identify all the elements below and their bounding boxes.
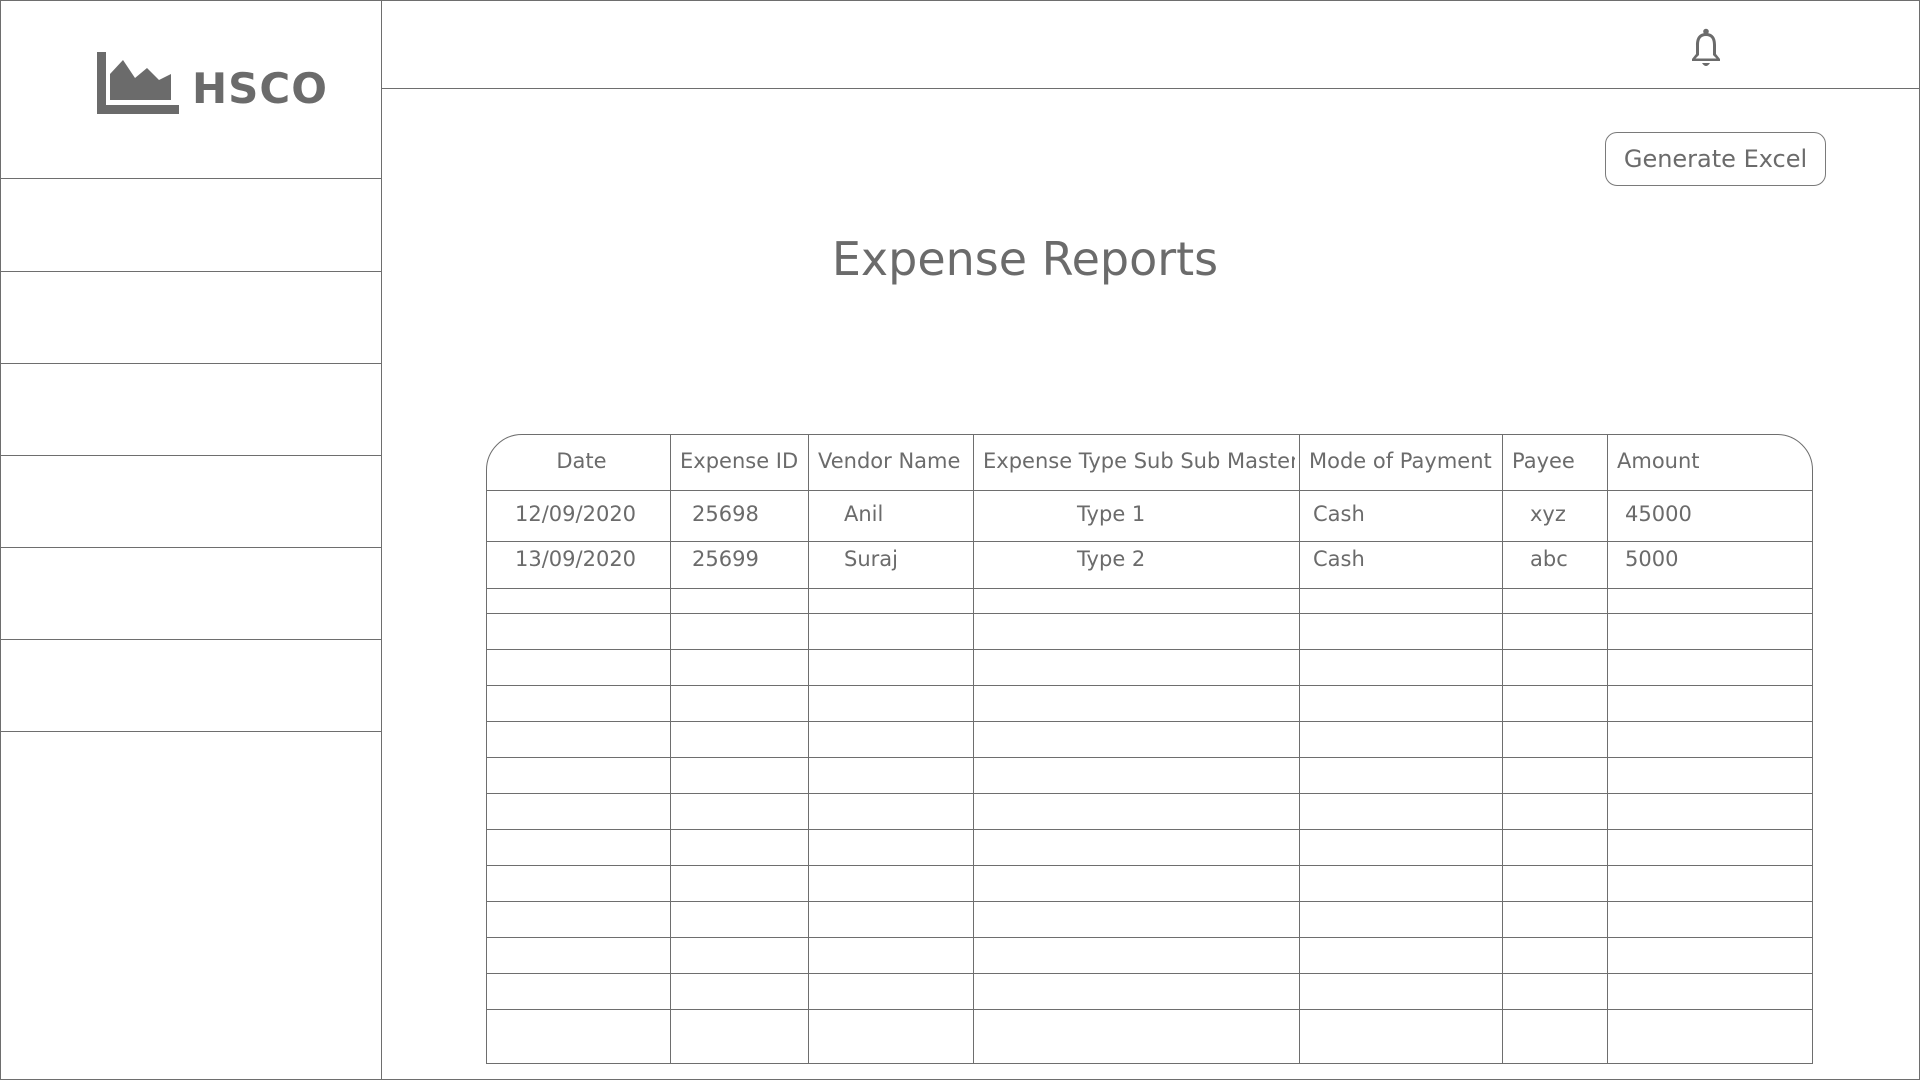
brand-name: HSCO — [192, 64, 328, 113]
table-cell: Cash — [1313, 502, 1365, 526]
bell-icon[interactable] — [1690, 28, 1722, 68]
row-divider — [487, 649, 1812, 650]
table-cell: 25699 — [692, 547, 759, 571]
sidebar-item-3[interactable] — [0, 364, 382, 456]
column-header[interactable]: Amount — [1617, 449, 1810, 473]
column-divider — [1502, 435, 1503, 1063]
sidebar-item-5[interactable] — [0, 548, 382, 640]
sidebar-item-6[interactable] — [0, 640, 382, 732]
table-row[interactable]: 13/09/2020 25699 Suraj Type 2 Cash abc 5000 — [487, 435, 1812, 1063]
column-divider — [808, 435, 809, 1063]
generate-excel-button[interactable]: Generate Excel — [1605, 132, 1826, 186]
table-cell: abc — [1530, 547, 1568, 571]
expense-table: Date Expense ID Vendor Name Expense Type Su… — [486, 434, 1813, 1064]
table-cell: 13/09/2020 — [515, 547, 637, 571]
table-cell: Anil — [844, 502, 884, 526]
row-divider — [487, 901, 1812, 902]
column-divider — [1607, 435, 1608, 1063]
table-cell: 25698 — [692, 502, 759, 526]
column-header[interactable]: Expense ID — [680, 449, 804, 473]
row-divider — [487, 937, 1812, 938]
row-divider — [487, 973, 1812, 974]
column-divider — [1299, 435, 1300, 1063]
table-cell: xyz — [1530, 502, 1566, 526]
column-header[interactable]: Vendor Name — [818, 449, 969, 473]
table-cell: 5000 — [1625, 547, 1679, 571]
table-cell: Suraj — [844, 547, 898, 571]
column-header[interactable]: Mode of Payment — [1309, 449, 1498, 473]
column-divider — [670, 435, 671, 1063]
column-divider — [973, 435, 974, 1063]
column-header[interactable]: Payee — [1512, 449, 1603, 473]
row-divider — [487, 490, 1812, 491]
table-cell: Type 1 — [1077, 502, 1146, 526]
sidebar-item-1[interactable] — [0, 180, 382, 272]
row-divider — [487, 613, 1812, 614]
table-cell: 12/09/2020 — [515, 502, 637, 526]
area-chart-icon — [97, 52, 179, 114]
table-cell: Cash — [1313, 547, 1365, 571]
row-divider — [487, 685, 1812, 686]
table-cell: 45000 — [1625, 502, 1692, 526]
row-divider — [487, 865, 1812, 866]
table-cell: Type 2 — [1077, 547, 1146, 571]
row-divider — [487, 1009, 1812, 1010]
brand-logo[interactable]: HSCO — [0, 0, 382, 179]
row-divider — [487, 829, 1812, 830]
row-divider — [487, 541, 1812, 542]
table-row[interactable]: 12/09/2020 25698 Anil Type 1 Cash xyz 45000 — [487, 435, 1812, 1063]
sidebar-item-2[interactable] — [0, 272, 382, 364]
page-title: Expense Reports — [831, 232, 1219, 286]
column-header[interactable]: Expense Type Sub Sub Master — [983, 449, 1295, 473]
column-header[interactable]: Date — [497, 449, 666, 473]
row-divider — [487, 588, 1812, 589]
row-divider — [487, 757, 1812, 758]
row-divider — [487, 721, 1812, 722]
sidebar-item-4[interactable] — [0, 456, 382, 548]
row-divider — [487, 793, 1812, 794]
sidebar: HSCO — [0, 0, 382, 1080]
